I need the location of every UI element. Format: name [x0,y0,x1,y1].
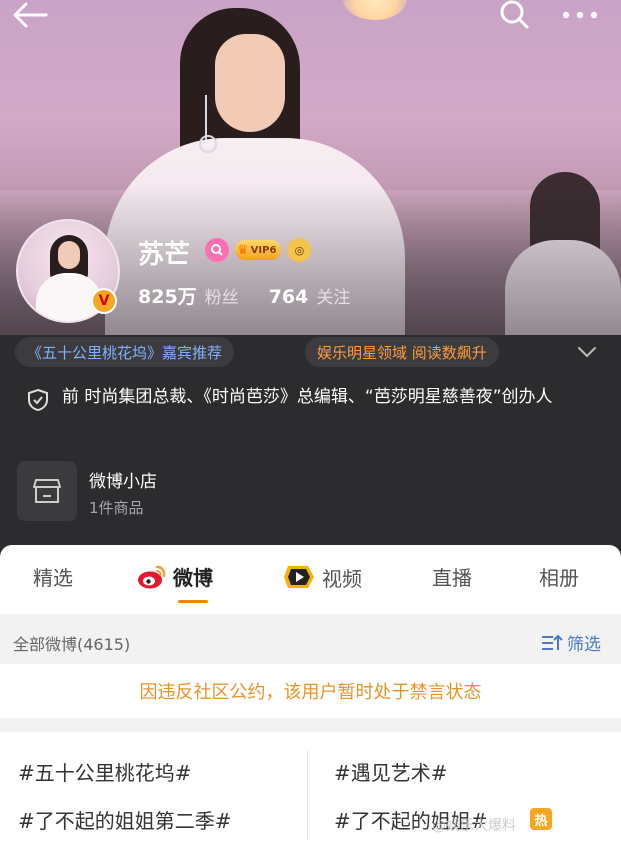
topic-link[interactable]: #了不起的姐姐第二季# [18,805,232,834]
tab-featured[interactable]: 精选 [33,562,73,591]
more-dots-icon [562,11,598,19]
shop-subtitle: 1件商品 [89,499,144,517]
filter-icon [542,634,563,650]
tab-weibo-label: 微博 [173,566,213,590]
more-button[interactable] [560,0,600,30]
tab-live-label: 直播 [432,566,472,590]
back-button[interactable] [10,0,50,30]
domain-reading-tag[interactable]: 娱乐明星领域 阅读数飙升 [305,337,499,367]
topic-divider [307,750,308,840]
tab-album[interactable]: 相册 [539,562,579,591]
profile-bio: 前 时尚集团总裁、《时尚芭莎》总编辑、“芭莎明星慈善夜”创办人 [62,387,553,407]
active-tab-indicator [178,600,208,603]
profile-name: 苏芒 [138,240,191,270]
verified-badge-icon: V [91,288,117,314]
followers-count[interactable]: 825万 [138,282,197,309]
vip-level-label: VIP6 [250,244,277,256]
tab-live[interactable]: 直播 [432,562,472,591]
following-label[interactable]: 关注 [316,283,350,308]
tab-video-label: 视频 [322,566,362,591]
topic-link[interactable]: #五十公里桃花坞# [18,757,192,786]
topic-link[interactable]: #遇见艺术# [334,757,448,786]
avatar-face [58,241,80,269]
back-arrow-icon [13,2,48,28]
profile-stats: 825万 粉丝 764 关注 [138,282,380,309]
tab-album-label: 相册 [539,566,579,590]
filter-button[interactable]: 筛选 [541,630,601,655]
tab-weibo[interactable]: 微博 [137,562,213,591]
shop-title[interactable]: 微博小店 [89,467,157,492]
all-posts-count[interactable]: 全部微博(4615) [13,631,130,655]
hot-badge: 热 [530,808,552,830]
watermark: @娱乐大爆料 [432,818,516,834]
verification-shield-icon [28,388,48,412]
search-icon [500,0,529,29]
tab-featured-label: 精选 [33,566,73,590]
ban-notice: 因违反社区公约，该用户暂时处于禁言状态 [0,664,621,718]
guest-recommend-tag[interactable]: 《五十公里桃花坞》嘉宾推荐 [15,337,235,367]
weibo-logo-icon [138,565,166,588]
crown-icon: ♛ [237,242,249,258]
filter-label: 筛选 [567,635,601,655]
section-gap [0,718,621,732]
store-icon [33,479,61,503]
vip-badge[interactable]: ♛ VIP6 [235,240,282,260]
chevron-down-icon [578,347,596,358]
tab-video[interactable]: 视频 [282,562,362,592]
shop-button[interactable] [17,461,77,521]
video-play-icon [284,566,314,588]
followers-label[interactable]: 粉丝 [205,283,239,308]
following-count[interactable]: 764 [269,286,309,308]
search-button[interactable] [494,0,534,30]
medal-icon[interactable]: ◎ [287,238,312,262]
expand-tags-button[interactable] [572,341,602,363]
sunshine-credit-icon[interactable] [205,238,229,262]
name-badges: ♛ VIP6 ◎ [205,238,312,262]
